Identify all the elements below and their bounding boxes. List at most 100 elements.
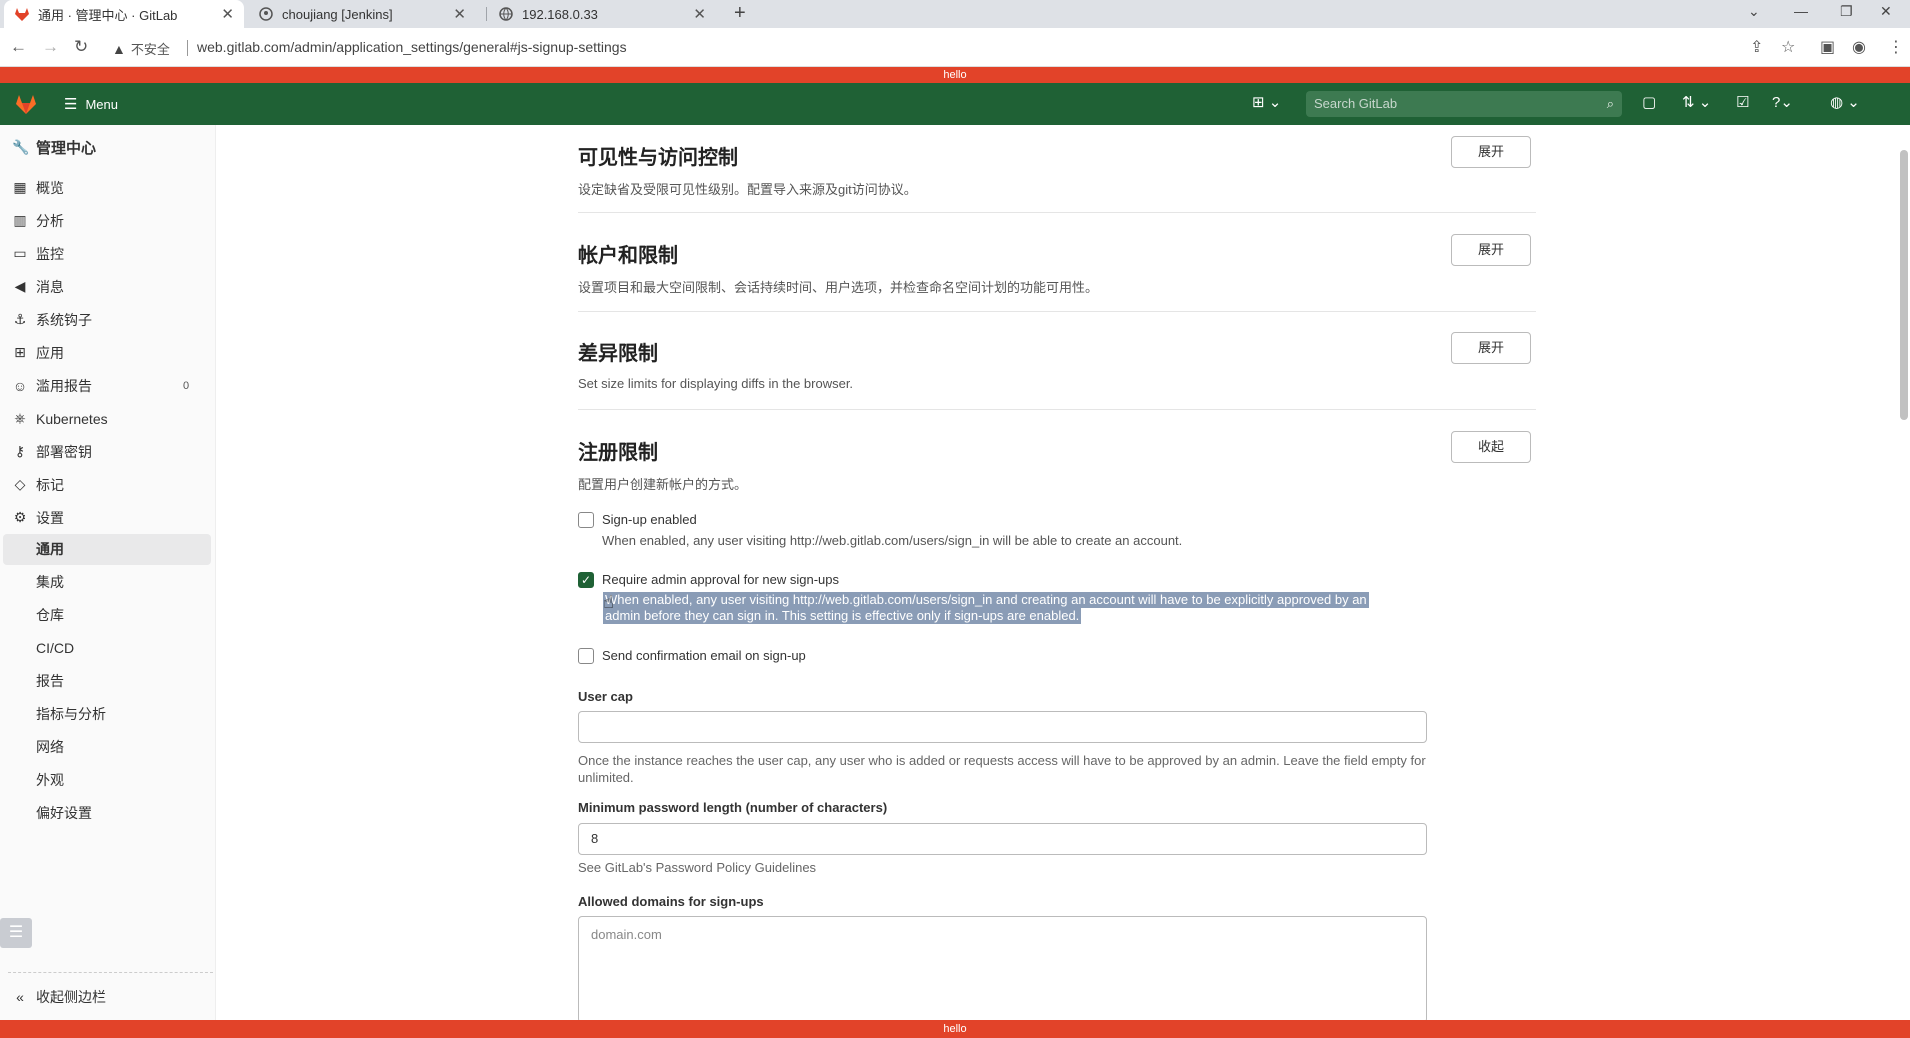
- browser-tab-gitlab[interactable]: 通用 · 管理中心 · GitLab ✕: [4, 0, 244, 28]
- monitor-icon: ▭: [13, 245, 27, 261]
- sidebar-subitem-appearance[interactable]: 外观: [36, 764, 64, 797]
- settings-icon: ⚙: [13, 509, 27, 525]
- sidebar-subitem-network[interactable]: 网络: [36, 731, 64, 764]
- abuse-icon: ☺: [12, 377, 28, 394]
- sidebar-item-label: 应用: [36, 344, 64, 361]
- sidepanel-icon[interactable]: ▣: [1820, 37, 1835, 57]
- warning-icon: ▲: [112, 40, 126, 57]
- address-bar: ← → ↻ ▲ 不安全 web.gitlab.com/admin/applica…: [0, 28, 1910, 67]
- collapse-sidebar-button[interactable]: « 收起侧边栏: [0, 980, 216, 1013]
- browser-menu-icon[interactable]: ⋮: [1888, 37, 1904, 57]
- user-cap-help: Once the instance reaches the user cap, …: [578, 753, 1426, 785]
- count-badge: 0: [183, 379, 190, 392]
- close-tab-icon[interactable]: ✕: [693, 5, 706, 23]
- sidebar-subitem-integrations[interactable]: 集成: [36, 566, 64, 599]
- profile-icon[interactable]: ◉: [1852, 37, 1866, 57]
- floating-toggle-icon[interactable]: ☰: [0, 918, 32, 948]
- sidebar-item-settings[interactable]: ⚙ 设置: [0, 501, 216, 534]
- sidebar-item-label: 分析: [36, 212, 64, 229]
- expand-diff-limits-button[interactable]: 展开: [1451, 332, 1531, 364]
- sidebar-item-deploy-keys[interactable]: ⚷ 部署密钥: [0, 435, 216, 468]
- gitlab-top-bar: ☰ Menu ⊞ ⌄ Search GitLab ⌕ ▢ ⇅ ⌄ ☑ ?⌄ ◍ …: [0, 83, 1910, 125]
- key-icon: ⚷: [14, 443, 26, 459]
- minimize-icon[interactable]: —: [1794, 3, 1808, 19]
- sidebar-subitem-general[interactable]: 通用: [36, 533, 64, 566]
- restore-icon[interactable]: ❐: [1840, 3, 1853, 20]
- menu-button[interactable]: ☰ Menu: [64, 95, 118, 113]
- browser-tab-ip[interactable]: 192.168.0.33 ✕: [488, 0, 716, 28]
- todo-icon[interactable]: ☑: [1736, 93, 1749, 111]
- expand-visibility-button[interactable]: 展开: [1451, 136, 1531, 168]
- search-input[interactable]: Search GitLab ⌕: [1306, 91, 1622, 117]
- sidebar-item-analytics[interactable]: ▥ 分析: [0, 204, 216, 237]
- sidebar-item-monitor[interactable]: ▭ 监控: [0, 237, 216, 270]
- back-icon[interactable]: ←: [10, 37, 27, 57]
- issues-icon[interactable]: ▢: [1642, 93, 1656, 111]
- signup-enabled-help: When enabled, any user visiting http://w…: [602, 533, 1183, 548]
- sidebar-item-messages[interactable]: ◀ 消息: [0, 270, 216, 303]
- require-admin-approval-checkbox[interactable]: ✓: [578, 572, 594, 588]
- browser-tab-bar: 通用 · 管理中心 · GitLab ✕ choujiang [Jenkins]…: [0, 0, 1910, 28]
- sidebar-subitem-preferences[interactable]: 偏好设置: [36, 797, 92, 830]
- allowed-domains-label: Allowed domains for sign-ups: [578, 894, 764, 909]
- sidebar-item-overview[interactable]: ▦ 概览: [0, 171, 216, 204]
- sidebar-subitem-metrics[interactable]: 指标与分析: [36, 698, 106, 731]
- new-item-dropdown-icon[interactable]: ⊞ ⌄: [1252, 93, 1281, 111]
- collapse-signup-restrictions-button[interactable]: 收起: [1451, 431, 1531, 463]
- user-cap-label: User cap: [578, 689, 633, 704]
- close-tab-icon[interactable]: ✕: [453, 5, 466, 23]
- signup-enabled-checkbox[interactable]: [578, 512, 594, 528]
- page-scrollbar[interactable]: [1900, 150, 1908, 420]
- help-icon[interactable]: ?⌄: [1772, 93, 1793, 111]
- min-password-input[interactable]: 8: [578, 823, 1427, 855]
- user-avatar-icon[interactable]: ◍ ⌄: [1830, 93, 1860, 111]
- user-cap-input[interactable]: [578, 711, 1427, 743]
- bookmark-star-icon[interactable]: ☆: [1781, 37, 1795, 57]
- tab-search-icon[interactable]: ⌄: [1748, 3, 1760, 20]
- sidebar-item-label: 系统钩子: [36, 311, 92, 328]
- browser-tab-jenkins[interactable]: choujiang [Jenkins] ✕: [248, 0, 476, 28]
- reload-icon[interactable]: ↻: [74, 37, 88, 57]
- password-policy-link[interactable]: See GitLab's Password Policy Guidelines: [578, 859, 1428, 876]
- sidebar-title[interactable]: 🔧 管理中心: [0, 131, 216, 164]
- sidebar-divider: [8, 972, 213, 973]
- sidebar-item-hooks[interactable]: ⚓ 系统钩子: [0, 303, 216, 336]
- system-footer-banner: hello: [0, 1020, 1910, 1038]
- sidebar-title-label: 管理中心: [36, 140, 97, 157]
- sidebar-item-applications[interactable]: ⊞ 应用: [0, 336, 216, 369]
- sidebar-item-label: 标记: [36, 476, 64, 493]
- forward-icon[interactable]: →: [42, 37, 59, 57]
- send-confirmation-label[interactable]: Send confirmation email on sign-up: [602, 648, 806, 663]
- allowed-domains-textarea[interactable]: domain.com: [578, 916, 1427, 1023]
- merge-requests-icon[interactable]: ⇅ ⌄: [1682, 93, 1711, 111]
- url-input[interactable]: web.gitlab.com/admin/application_setting…: [197, 39, 627, 55]
- section-title-visibility: 可见性与访问控制: [578, 147, 738, 169]
- section-desc-account-limits: 设置项目和最大空间限制、会话持续时间、用户选项，并检查命名空间计划的功能可用性。: [578, 280, 1099, 295]
- require-admin-approval-label[interactable]: Require admin approval for new sign-ups: [602, 572, 839, 587]
- gitlab-logo-icon[interactable]: [14, 92, 38, 116]
- security-indicator[interactable]: ▲ 不安全: [112, 39, 170, 58]
- close-window-icon[interactable]: ✕: [1880, 3, 1892, 20]
- wrench-icon: 🔧: [12, 139, 30, 155]
- share-icon[interactable]: ⇪: [1750, 37, 1763, 57]
- new-tab-icon[interactable]: +: [734, 2, 746, 25]
- sidebar-item-label: Kubernetes: [36, 410, 108, 427]
- min-password-label: Minimum password length (number of chara…: [578, 800, 888, 815]
- send-confirmation-checkbox[interactable]: [578, 648, 594, 664]
- require-admin-approval-help-line2: admin before they can sign in. This sett…: [603, 608, 1082, 624]
- tab-title: 通用 · 管理中心 · GitLab: [38, 7, 178, 23]
- sidebar-subitem-reporting[interactable]: 报告: [36, 665, 64, 698]
- sidebar-item-labels[interactable]: ◇ 标记: [0, 468, 216, 501]
- sidebar-item-abuse-reports[interactable]: ☺ 滥用报告 0: [0, 369, 216, 402]
- close-tab-icon[interactable]: ✕: [221, 5, 234, 23]
- section-divider: [578, 212, 1536, 213]
- sidebar-subitem-cicd[interactable]: CI/CD: [36, 632, 74, 665]
- expand-account-limits-button[interactable]: 展开: [1451, 234, 1531, 266]
- signup-enabled-label[interactable]: Sign-up enabled: [602, 512, 697, 527]
- sidebar-subitem-repository[interactable]: 仓库: [36, 599, 64, 632]
- sidebar-item-kubernetes[interactable]: ⎈ Kubernetes: [0, 402, 216, 435]
- section-title-diff-limits: 差异限制: [578, 343, 658, 365]
- section-desc-diff-limits: Set size limits for displaying diffs in …: [578, 376, 854, 391]
- messages-icon: ◀: [14, 278, 26, 294]
- chevron-double-left-icon: «: [16, 988, 24, 1005]
